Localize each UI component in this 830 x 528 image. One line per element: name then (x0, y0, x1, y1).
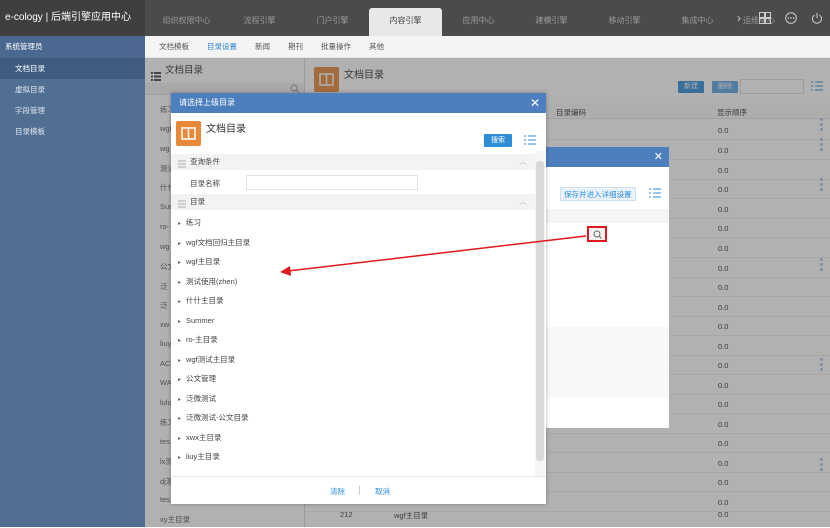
chevron-up-icon[interactable]: ︿ (519, 154, 527, 170)
caret-right-icon[interactable]: ▸ (178, 393, 186, 407)
caret-right-icon[interactable]: ▸ (178, 451, 186, 465)
clear-button[interactable]: 清除 (330, 486, 345, 497)
scrollbar-thumb[interactable] (536, 161, 544, 461)
chevron-up-icon[interactable]: ︿ (519, 194, 527, 210)
folder-book-icon (176, 121, 201, 146)
tree-item[interactable]: ▸ 公文管理 (178, 372, 216, 386)
nav-tab-modeling[interactable]: 建模引擎 (515, 8, 588, 36)
subtab-other[interactable]: 其他 (369, 36, 384, 58)
caret-right-icon[interactable]: ▸ (178, 334, 186, 348)
tree-item[interactable]: ▸ wgf主目录 (178, 255, 220, 269)
caret-right-icon[interactable]: ▸ (178, 217, 186, 231)
tree-section-header[interactable]: 目录 ︿ (171, 194, 535, 210)
app-title: e-cology | 后端引擎应用中心 (0, 0, 145, 36)
nav-tab-content[interactable]: 内容引擎 (369, 8, 442, 36)
tree-item[interactable]: ▸ Summer (178, 314, 214, 328)
tree-section-title: 目录 (190, 197, 205, 206)
caret-right-icon[interactable]: ▸ (178, 295, 186, 309)
tree-item[interactable]: ▸ xwx主目录 (178, 431, 221, 445)
nav-tab-apps[interactable]: 应用中心 (442, 8, 515, 36)
catalog-name-input[interactable] (246, 175, 418, 190)
tree-item[interactable]: ▸ 泛微测试-公文目录 (178, 411, 249, 425)
dialog-scrollbar[interactable] (535, 151, 545, 476)
new-catalog-dialog: ✕ 保存并进入详细设置 (535, 147, 669, 428)
nav-tab-portal[interactable]: 门户引擎 (296, 8, 369, 36)
tree-item[interactable]: ▸ 什什主目录 (178, 294, 224, 308)
select-parent-catalog-dialog: 请选择上级目录 ✕ 文档目录 搜索 查询条件 ︿ 目录名称 目录 ︿ ▸ 练习 ▸… (171, 93, 546, 504)
top-bar: e-cology | 后端引擎应用中心 组织权限中心 流程引擎 门户引擎 内容引… (0, 0, 830, 36)
tree-item[interactable]: ▸ wgf文档回归主目录 (178, 236, 250, 250)
list-icon (178, 198, 186, 214)
subtab-doc-template[interactable]: 文档模板 (159, 36, 189, 58)
subtab-news[interactable]: 新闻 (255, 36, 270, 58)
dialog-header: 请选择上级目录 ✕ (171, 93, 546, 113)
caret-right-icon[interactable]: ▸ (178, 354, 186, 368)
nav-tab-org[interactable]: 组织权限中心 (150, 8, 223, 36)
search-button[interactable]: 搜索 (484, 134, 512, 147)
caret-right-icon[interactable]: ▸ (178, 237, 186, 251)
tree-item[interactable]: ▸ 泛微测试 (178, 392, 216, 406)
subtab-journal[interactable]: 期刊 (288, 36, 303, 58)
form-area (545, 327, 669, 397)
caret-right-icon[interactable]: ▸ (178, 412, 186, 426)
main-nav: 组织权限中心 流程引擎 门户引擎 内容引擎 应用中心 建模引擎 移动引擎 集成中… (150, 8, 784, 36)
footer-divider (359, 486, 360, 495)
subtab-batch[interactable]: 批量操作 (321, 36, 351, 58)
chevron-right-icon[interactable]: › (726, 0, 752, 36)
dialog-header-title: 请选择上级目录 (179, 98, 235, 107)
query-section-header[interactable]: 查询条件 ︿ (171, 154, 535, 170)
caret-right-icon[interactable]: ▸ (178, 432, 186, 446)
sidebar-item-virtual-catalog[interactable]: 虚拟目录 (0, 79, 145, 100)
tree-item[interactable]: ▸ liuy主目录 (178, 450, 220, 464)
cancel-button[interactable]: 取消 (375, 486, 390, 497)
query-section-title: 查询条件 (190, 157, 220, 166)
sidebar-item-doc-catalog[interactable]: 文档目录 (0, 58, 145, 79)
nav-tab-integration[interactable]: 集成中心 (661, 8, 734, 36)
menu-icon[interactable] (649, 188, 661, 200)
dialog-title: 文档目录 (206, 124, 246, 135)
sidebar: 系统管理员 文档目录 虚拟目录 字段管理 目录模板 (0, 36, 145, 527)
nav-tab-mobile[interactable]: 移动引擎 (588, 8, 661, 36)
tree-item[interactable]: ▸ ro-主目录 (178, 333, 218, 347)
list-icon (178, 158, 186, 174)
sidebar-item-field-manage[interactable]: 字段管理 (0, 100, 145, 121)
tree-item[interactable]: ▸ 测试使用(zhen) (178, 275, 237, 289)
grid-icon[interactable] (752, 0, 778, 36)
section-bar (545, 209, 669, 223)
sidebar-item-catalog-template[interactable]: 目录模板 (0, 121, 145, 142)
tree-item[interactable]: ▸ wgf测试主目录 (178, 353, 235, 367)
more-icon[interactable] (778, 0, 804, 36)
menu-icon[interactable] (524, 135, 536, 147)
save-detail-button[interactable]: 保存并进入详细设置 (560, 187, 636, 201)
sub-nav: 文档模板 目录设置 新闻 期刊 批量操作 其他 (145, 36, 830, 58)
nav-tab-workflow[interactable]: 流程引擎 (223, 8, 296, 36)
caret-right-icon[interactable]: ▸ (178, 276, 186, 290)
highlight-box (587, 226, 607, 242)
field-label-catalog-name: 目录名称 (190, 179, 220, 188)
close-icon[interactable]: ✕ (530, 93, 540, 113)
caret-right-icon[interactable]: ▸ (178, 256, 186, 270)
caret-right-icon[interactable]: ▸ (178, 315, 186, 329)
close-icon[interactable]: ✕ (535, 147, 669, 167)
power-icon[interactable] (804, 0, 830, 36)
subtab-catalog-settings[interactable]: 目录设置 (207, 36, 237, 58)
sidebar-header: 系统管理员 (0, 36, 145, 58)
dialog-footer: 清除 取消 (171, 476, 546, 504)
caret-right-icon[interactable]: ▸ (178, 373, 186, 387)
tree-item[interactable]: ▸ 练习 (178, 216, 201, 230)
